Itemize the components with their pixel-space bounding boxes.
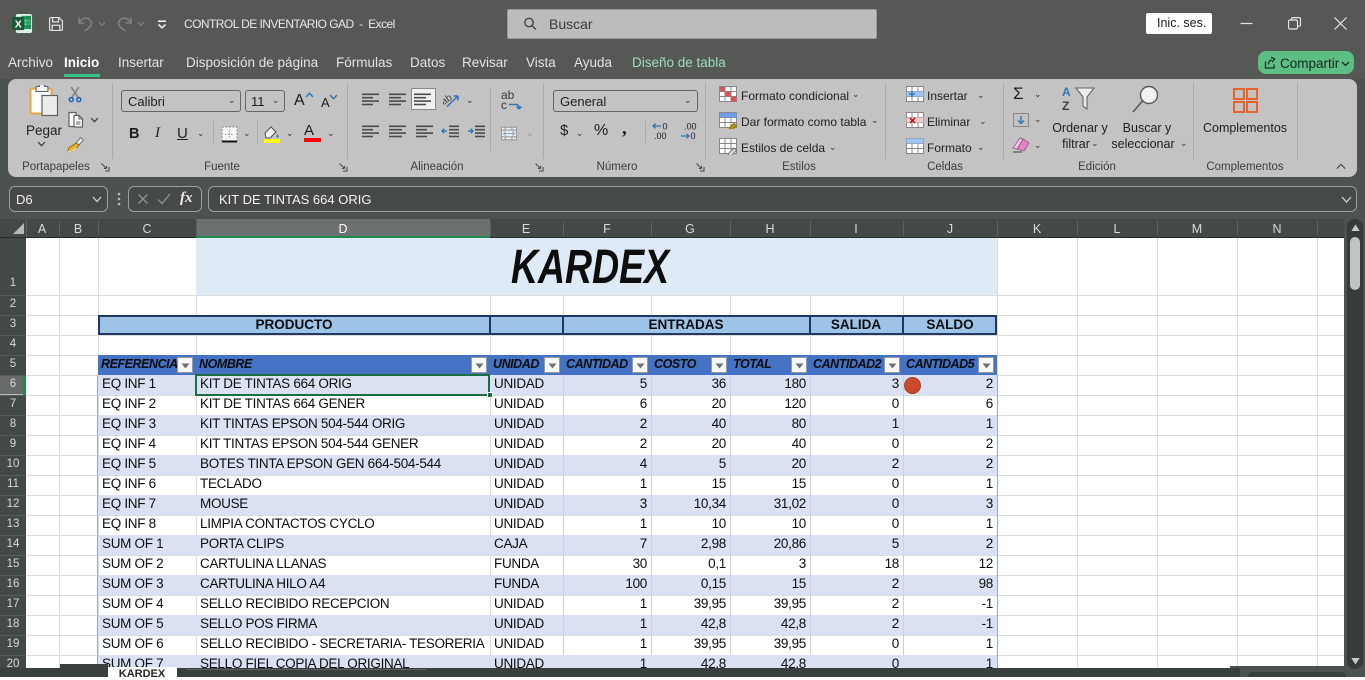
svg-text:Z: Z <box>1062 99 1069 113</box>
svg-text:A: A <box>1062 85 1071 99</box>
svg-text:.00: .00 <box>654 131 667 140</box>
svg-text:X: X <box>15 18 22 30</box>
svg-text:0: 0 <box>691 131 696 140</box>
svg-text:c: c <box>501 98 507 111</box>
